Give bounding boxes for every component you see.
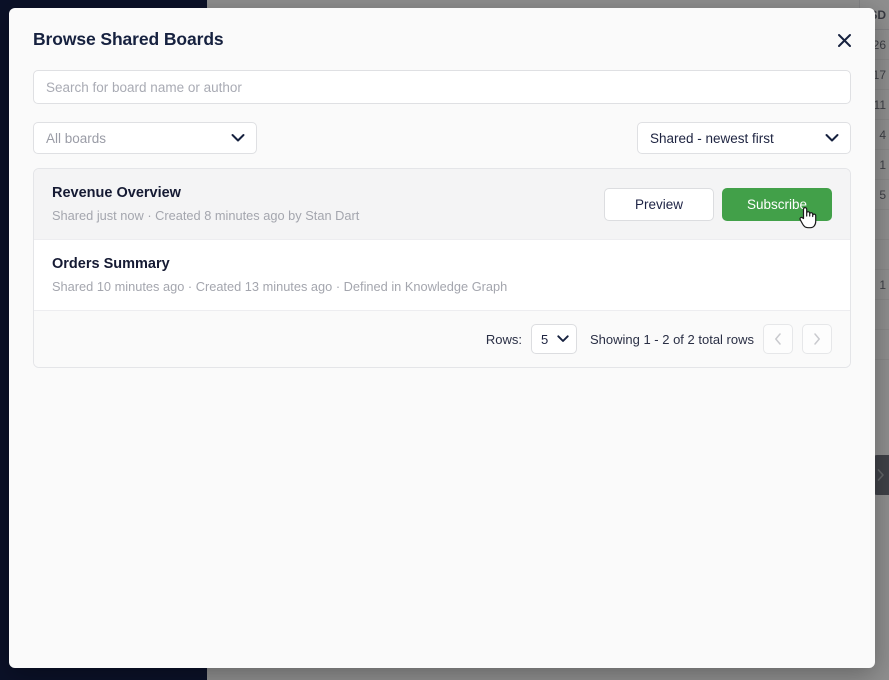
rows-per-page-select[interactable]: 5 [530, 324, 577, 354]
chevron-left-icon [774, 333, 782, 345]
boards-filter-select[interactable]: All boards [33, 122, 257, 154]
rows-label: Rows: [485, 331, 522, 347]
rows-per-page-value: 5 [540, 331, 549, 347]
chevron-down-icon [231, 134, 245, 143]
chevron-right-icon [813, 333, 821, 345]
modal-header: Browse Shared Boards [9, 8, 875, 70]
pagination-bar: Rows: 5 Showing 1 - 2 of 2 total rows [34, 311, 850, 367]
page-title: Browse Shared Boards [33, 28, 224, 49]
table-row[interactable]: Orders Summary Shared 10 minutes ago · C… [34, 240, 850, 311]
board-meta: Shared 10 minutes ago · Created 13 minut… [52, 279, 508, 294]
sort-order-select[interactable]: Shared - newest first [637, 122, 851, 154]
board-actions: Preview Subscribe [604, 187, 832, 221]
sort-order-value: Shared - newest first [650, 130, 774, 146]
chevron-down-icon [825, 134, 839, 143]
next-page-button[interactable] [802, 324, 832, 354]
board-info: Orders Summary Shared 10 minutes ago · C… [52, 256, 507, 294]
chevron-down-icon [557, 335, 569, 343]
close-button[interactable] [833, 29, 855, 51]
preview-button[interactable]: Preview [604, 187, 714, 221]
shared-boards-list: Revenue Overview Shared just now · Creat… [33, 168, 851, 368]
subscribe-button[interactable]: Subscribe [722, 187, 832, 221]
browse-shared-boards-modal: Browse Shared Boards All boards Shared -… [9, 8, 875, 668]
board-name: Orders Summary [52, 256, 170, 272]
previous-page-button[interactable] [763, 324, 793, 354]
boards-filter-value: All boards [46, 130, 107, 146]
table-row[interactable]: Revenue Overview Shared just now · Creat… [34, 169, 850, 240]
filter-row: All boards Shared - newest first [9, 104, 875, 154]
showing-rows-text: Showing 1 - 2 of 2 total rows [589, 331, 754, 347]
board-name: Revenue Overview [52, 185, 181, 201]
search-row [9, 70, 875, 104]
search-input[interactable] [33, 70, 851, 104]
board-info: Revenue Overview Shared just now · Creat… [52, 185, 359, 223]
close-icon [837, 33, 852, 48]
board-meta: Shared just now · Created 8 minutes ago … [52, 208, 360, 223]
